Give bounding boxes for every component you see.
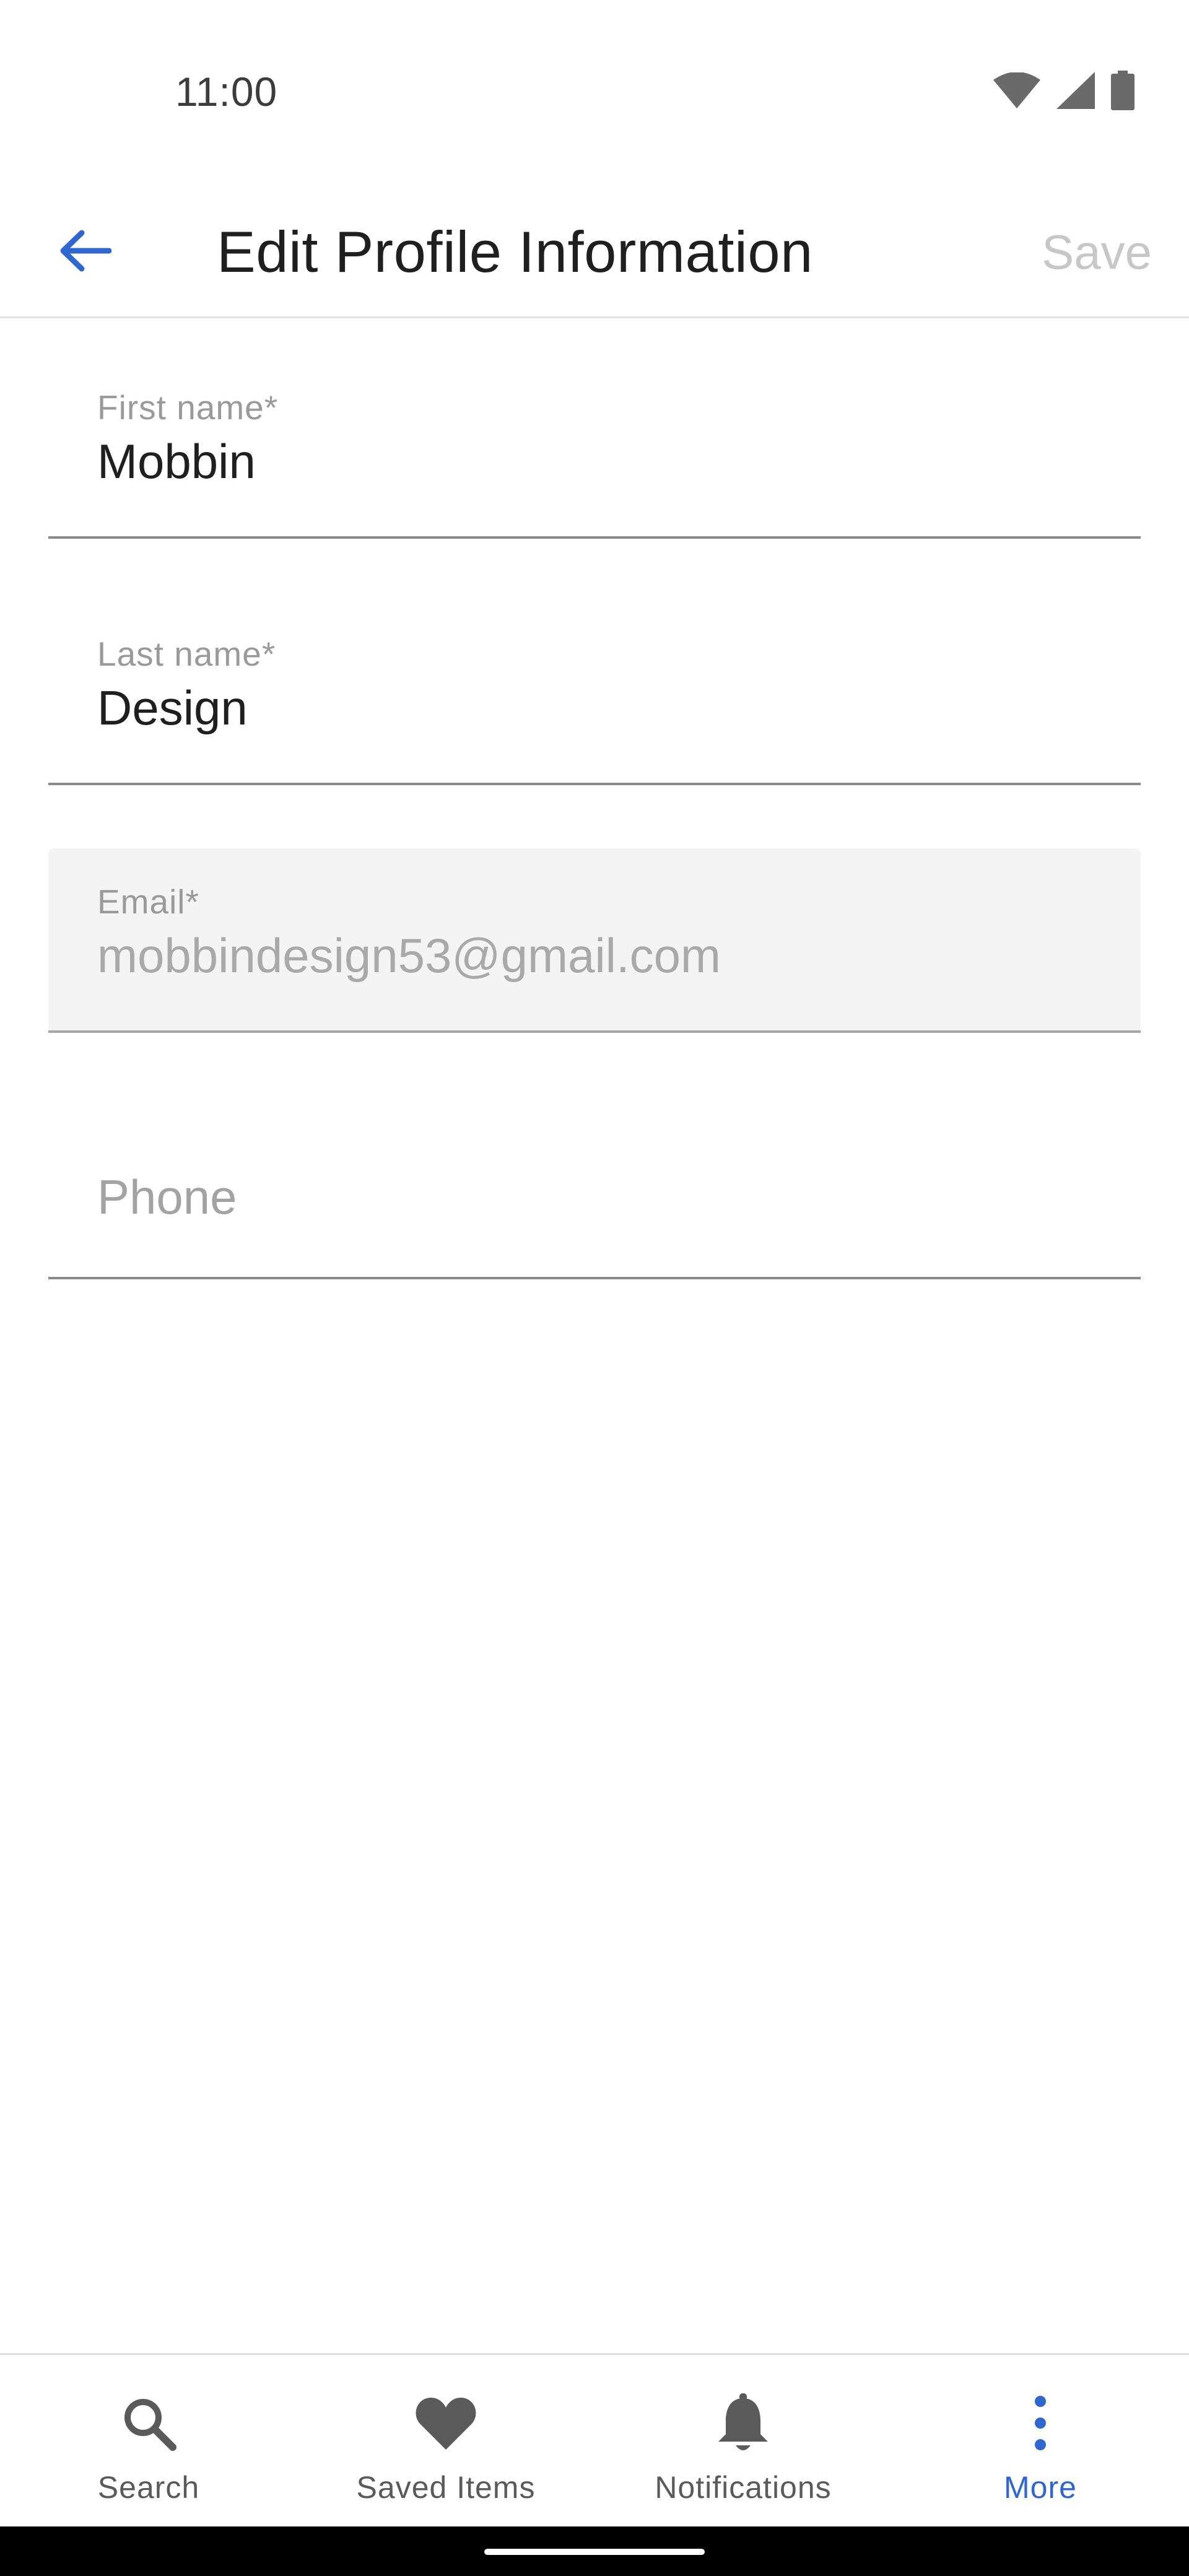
status-time: 11:00 xyxy=(175,69,278,115)
nav-label-search: Search xyxy=(97,2470,200,2505)
first-name-field[interactable]: First name* Mobbin xyxy=(48,318,1141,539)
arrow-back-icon xyxy=(58,229,112,276)
more-vertical-icon xyxy=(1009,2392,1071,2454)
nav-item-notifications[interactable]: Notifications xyxy=(594,2355,892,2526)
bell-icon xyxy=(712,2392,774,2454)
app-bar: Edit Profile Information Save xyxy=(0,186,1189,318)
system-navigation-bar xyxy=(0,2526,1189,2576)
back-button[interactable] xyxy=(43,211,126,294)
nav-label-notifications: Notifications xyxy=(655,2470,832,2505)
search-icon xyxy=(118,2392,180,2454)
email-label: Email* xyxy=(97,882,199,921)
heart-icon xyxy=(415,2392,477,2454)
cellular-signal-icon xyxy=(1056,72,1095,109)
nav-label-saved-items: Saved Items xyxy=(356,2470,536,2505)
home-indicator[interactable] xyxy=(484,2549,705,2555)
phone-field[interactable]: Phone xyxy=(48,1059,1141,1279)
save-button[interactable]: Save xyxy=(1042,211,1152,294)
first-name-value: Mobbin xyxy=(97,434,256,489)
page-title: Edit Profile Information xyxy=(217,219,813,284)
email-value: mobbindesign53@gmail.com xyxy=(97,928,721,983)
email-field: Email* mobbindesign53@gmail.com xyxy=(48,848,1141,1033)
first-name-label: First name* xyxy=(97,388,279,427)
wifi-icon xyxy=(993,72,1040,108)
status-icons xyxy=(993,71,1135,110)
last-name-field[interactable]: Last name* Design xyxy=(48,565,1141,785)
nav-item-search[interactable]: Search xyxy=(0,2355,297,2526)
nav-label-more: More xyxy=(1004,2470,1077,2505)
battery-icon xyxy=(1111,71,1135,110)
edit-profile-screen: 11:00 Edit Profile Information Save Firs… xyxy=(0,0,1189,2576)
bottom-navigation: Search Saved Items Notifications More xyxy=(0,2353,1189,2526)
phone-placeholder: Phone xyxy=(97,1170,237,1224)
last-name-value: Design xyxy=(97,681,248,735)
nav-item-saved-items[interactable]: Saved Items xyxy=(297,2355,594,2526)
nav-item-more[interactable]: More xyxy=(892,2355,1189,2526)
last-name-label: Last name* xyxy=(97,635,276,673)
status-bar: 11:00 xyxy=(0,0,1189,186)
